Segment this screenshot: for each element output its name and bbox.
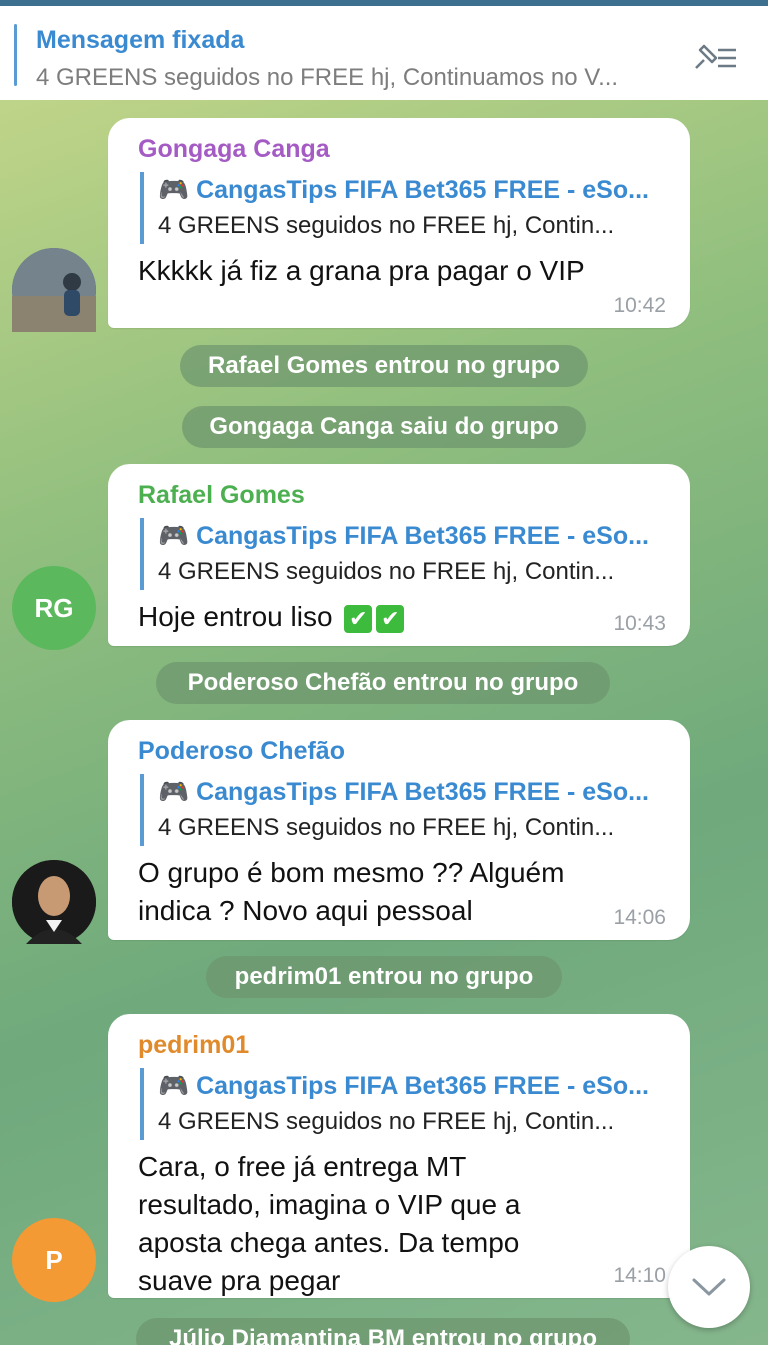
- reply-title: 🎮 CangasTips FIFA Bet365 FREE - eSo...: [158, 1072, 649, 1100]
- avatar-pedrim01[interactable]: P: [12, 1218, 96, 1302]
- scroll-down-button[interactable]: [668, 1246, 750, 1328]
- check-mark-icon: ✔: [376, 604, 405, 633]
- bottom-bar: [0, 1345, 768, 1365]
- message-time: 10:43: [613, 612, 666, 635]
- message-text: Cara, o free já entrega MT resultado, im…: [138, 1151, 521, 1296]
- pinned-title: Mensagem fixada: [36, 26, 245, 54]
- reply-title: 🎮 CangasTips FIFA Bet365 FREE - eSo...: [158, 778, 649, 806]
- reply-title: 🎮 CangasTips FIFA Bet365 FREE - eSo...: [158, 522, 649, 550]
- message-text-row: Hoje entrou liso ✔ ✔: [138, 598, 666, 636]
- message-text: Kkkkk já fiz a grana pra pagar o VIP: [138, 255, 585, 286]
- message-time: 14:10: [613, 1264, 666, 1287]
- message-bubble[interactable]: Poderoso Chefão 🎮 CangasTips FIFA Bet365…: [108, 720, 690, 940]
- avatar-poderoso-chefao[interactable]: [12, 860, 96, 944]
- reply-preview[interactable]: 🎮 CangasTips FIFA Bet365 FREE - eSo... 4…: [140, 518, 666, 590]
- message-sender[interactable]: pedrim01: [138, 1028, 666, 1062]
- pinned-accent: [14, 24, 17, 86]
- reply-preview[interactable]: 🎮 CangasTips FIFA Bet365 FREE - eSo... 4…: [140, 774, 666, 846]
- pinned-text: 4 GREENS seguidos no FREE hj, Continuamo…: [36, 64, 619, 91]
- chevron-down-icon: [692, 1278, 726, 1296]
- service-message: Rafael Gomes entrou no grupo: [180, 345, 588, 387]
- check-mark-icon: ✔: [344, 604, 373, 633]
- service-message: pedrim01 entrou no grupo: [206, 956, 562, 998]
- reply-preview[interactable]: 🎮 CangasTips FIFA Bet365 FREE - eSo... 4…: [140, 1068, 666, 1140]
- profile-photo-icon: [12, 860, 96, 944]
- reply-text: 4 GREENS seguidos no FREE hj, Contin...: [158, 558, 615, 585]
- service-message: Gongaga Canga saiu do grupo: [182, 406, 586, 448]
- reply-text: 4 GREENS seguidos no FREE hj, Contin...: [158, 1108, 615, 1135]
- profile-photo-icon: [12, 248, 96, 332]
- message-time: 10:42: [613, 294, 666, 317]
- avatar-rafael-gomes[interactable]: RG: [12, 566, 96, 650]
- message-sender[interactable]: Gongaga Canga: [138, 132, 666, 166]
- message-text: O grupo é bom mesmo ?? Alguém indica ? N…: [138, 857, 565, 926]
- reply-text: 4 GREENS seguidos no FREE hj, Contin...: [158, 814, 615, 841]
- avatar-gongaga-canga[interactable]: [12, 248, 96, 332]
- message-bubble[interactable]: Rafael Gomes 🎮 CangasTips FIFA Bet365 FR…: [108, 464, 690, 646]
- message-bubble[interactable]: pedrim01 🎮 CangasTips FIFA Bet365 FREE -…: [108, 1014, 690, 1298]
- message-sender[interactable]: Rafael Gomes: [138, 478, 666, 512]
- reply-preview[interactable]: 🎮 CangasTips FIFA Bet365 FREE - eSo... 4…: [140, 172, 666, 244]
- message-sender[interactable]: Poderoso Chefão: [138, 734, 666, 768]
- reply-title: 🎮 CangasTips FIFA Bet365 FREE - eSo...: [158, 176, 649, 204]
- message-bubble[interactable]: Gongaga Canga 🎮 CangasTips FIFA Bet365 F…: [108, 118, 690, 328]
- service-message: Poderoso Chefão entrou no grupo: [156, 662, 610, 704]
- pin-list-icon[interactable]: [690, 40, 740, 76]
- reply-text: 4 GREENS seguidos no FREE hj, Contin...: [158, 212, 615, 239]
- message-text: Hoje entrou liso: [138, 601, 333, 632]
- pinned-message-bar[interactable]: Mensagem fixada 4 GREENS seguidos no FRE…: [0, 0, 768, 100]
- message-time: 14:06: [613, 906, 666, 929]
